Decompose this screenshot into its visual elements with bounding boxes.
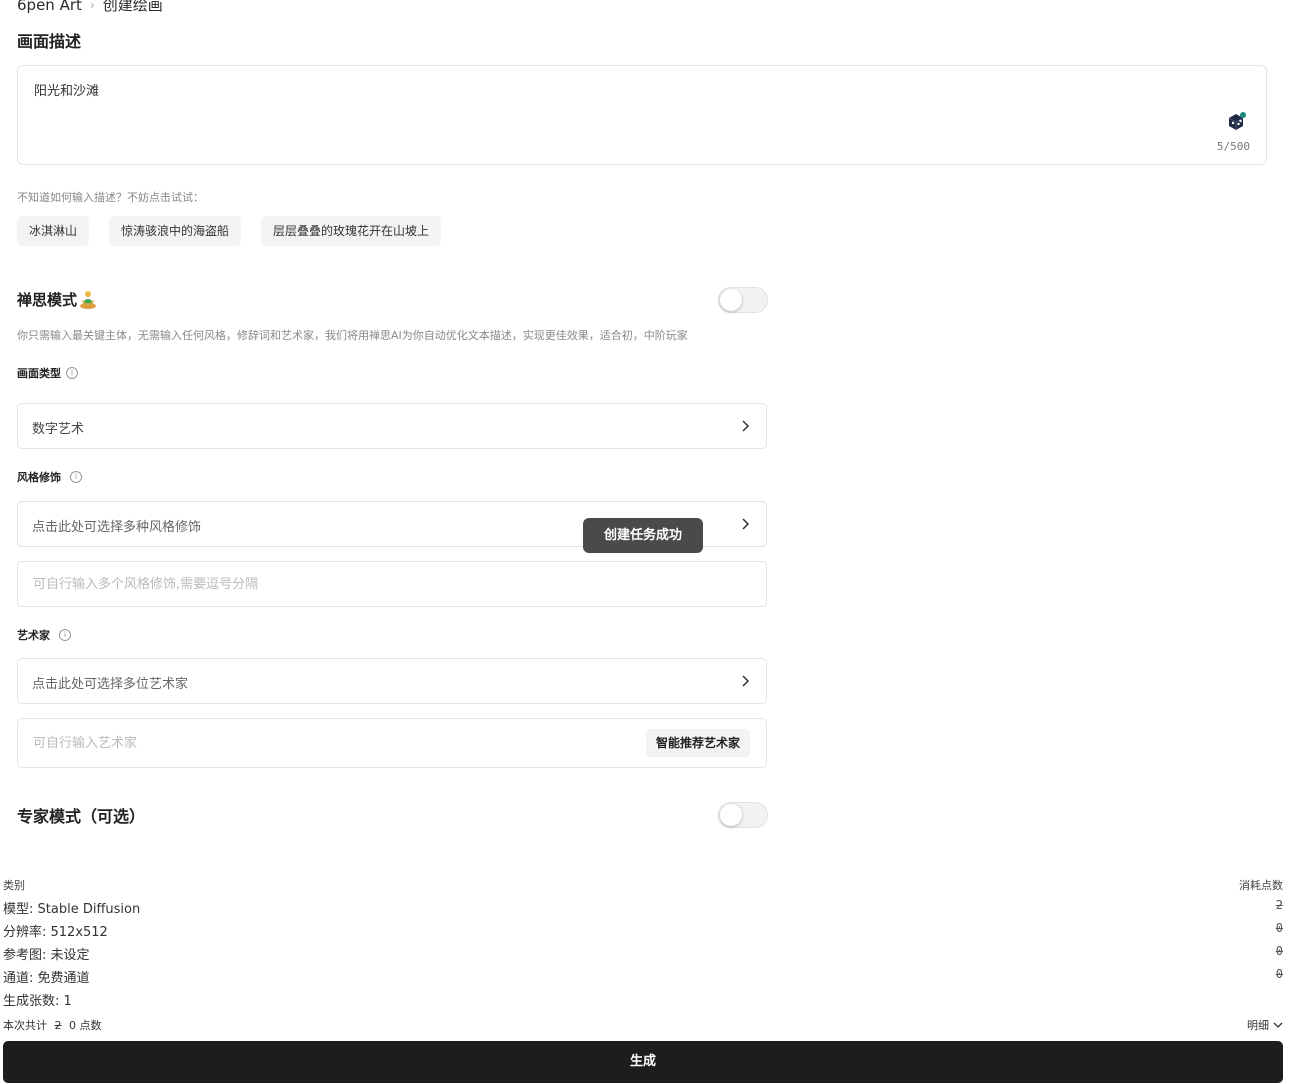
zen-mode-label: 禅思模式 [17, 291, 78, 309]
generate-button[interactable]: 生成 [3, 1041, 1283, 1083]
chevron-right-icon [742, 420, 750, 432]
info-icon[interactable]: i [66, 367, 78, 379]
toggle-knob [720, 804, 742, 826]
info-icon[interactable]: i [70, 471, 82, 483]
cost-row-label: 通道: 免费通道 [3, 971, 90, 986]
detail-link[interactable]: 明细 [1247, 1017, 1283, 1033]
meditation-icon [80, 290, 97, 309]
suggestion-hint: 不知道如何输入描述？不妨点击试试： [17, 191, 204, 204]
random-dice-icon[interactable] [1225, 111, 1247, 133]
picture-type-value: 数字艺术 [32, 422, 85, 437]
image-count-text: 生成张数: 1 [3, 994, 72, 1009]
expert-mode-title: 专家模式（可选） [17, 807, 146, 826]
suggestion-chip[interactable]: 层层叠叠的玫瑰花开在山坡上 [261, 216, 442, 246]
expert-mode-toggle[interactable] [718, 802, 768, 828]
cost-row-label: 参考图: 未设定 [3, 948, 90, 963]
description-value: 阳光和沙滩 [34, 84, 100, 99]
chevron-down-icon [1273, 1022, 1283, 1028]
style-input-box [17, 561, 767, 607]
total-value: 0 点数 [69, 1019, 102, 1032]
suggestion-chip[interactable]: 惊涛骇浪中的海盗船 [109, 216, 242, 246]
char-counter: 5/500 [1216, 140, 1250, 153]
success-toast: 创建任务成功 [583, 518, 703, 553]
artist-select-placeholder: 点击此处可选择多位艺术家 [32, 677, 189, 692]
toggle-knob [720, 289, 742, 311]
total-prefix: 本次共计 [3, 1019, 47, 1032]
style-input[interactable] [33, 562, 613, 606]
description-textarea[interactable]: 阳光和沙滩 5/500 [17, 65, 1267, 165]
description-title: 画面描述 [17, 32, 82, 51]
detail-link-text: 明细 [1247, 1019, 1269, 1032]
recommend-artist-button[interactable]: 智能推荐艺术家 [645, 729, 750, 757]
cost-row-label: 模型: Stable Diffusion [3, 902, 141, 917]
zen-mode-toggle[interactable] [718, 287, 768, 313]
artist-label-text: 艺术家 [17, 629, 50, 642]
cost-header-points: 消耗点数 [1239, 879, 1283, 892]
zen-mode-title: 禅思模式 [17, 289, 97, 310]
artist-input-box: 智能推荐艺术家 [17, 718, 767, 768]
info-icon[interactable]: i [59, 629, 71, 641]
breadcrumb-root[interactable]: 6pen Art [17, 0, 82, 14]
artist-select[interactable]: 点击此处可选择多位艺术家 [17, 658, 767, 704]
cost-row-points: 0 [1275, 944, 1283, 958]
cost-row-points: 2 [1275, 898, 1283, 912]
style-label-text: 风格修饰 [17, 471, 61, 484]
breadcrumb: 6pen Art › 创建绘画 [17, 0, 163, 15]
picture-type-select[interactable]: 数字艺术 [17, 403, 767, 449]
cost-row-label: 分辨率: 512x512 [3, 925, 108, 940]
breadcrumb-separator: › [89, 0, 95, 12]
picture-type-label-text: 画面类型 [17, 367, 61, 380]
artist-input[interactable] [33, 719, 613, 767]
picture-type-label: 画面类型 i [17, 365, 78, 381]
cost-row-points: 0 [1275, 921, 1283, 935]
cost-row-points: 0 [1275, 967, 1283, 981]
chevron-right-icon [742, 675, 750, 687]
chevron-right-icon [742, 518, 750, 530]
total-original: 2 [54, 1019, 62, 1032]
suggestion-chip[interactable]: 冰淇淋山 [17, 216, 90, 246]
style-select-placeholder: 点击此处可选择多种风格修饰 [32, 520, 202, 535]
cost-header-category: 类别 [3, 879, 25, 892]
breadcrumb-current: 创建绘画 [102, 0, 163, 14]
artist-label: 艺术家 i [17, 627, 71, 643]
style-label: 风格修饰 i [17, 469, 82, 485]
total-cost: 本次共计 2 0 点数 [3, 1017, 102, 1033]
zen-mode-description: 你只需输入最关键主体，无需输入任何风格，修辞词和艺术家，我们将用禅思AI为你自动… [17, 329, 688, 342]
